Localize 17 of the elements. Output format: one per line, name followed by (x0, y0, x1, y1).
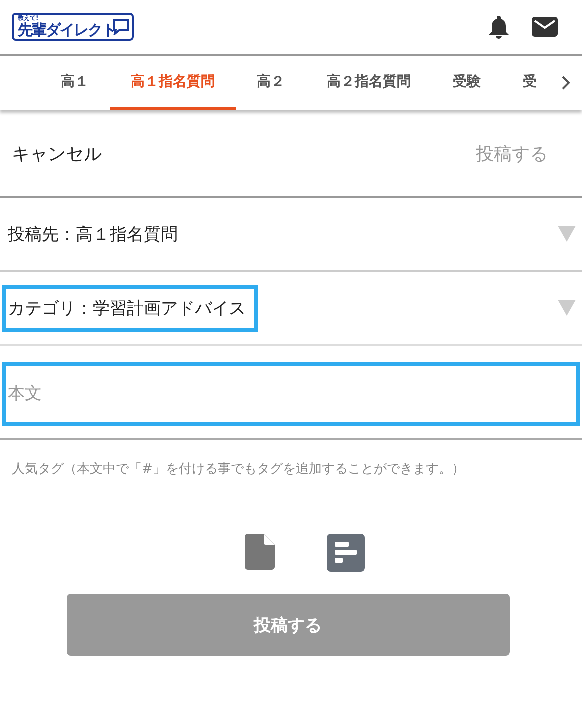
tab[interactable]: 受験 (432, 56, 502, 110)
speech-bubble-icon (112, 19, 130, 35)
tab[interactable]: 高１ (40, 56, 110, 110)
bell-icon[interactable] (488, 15, 510, 39)
text-align-icon[interactable] (327, 534, 365, 572)
tab[interactable]: 高１指名質問 (110, 56, 236, 110)
select-label[interactable]: 投稿先：高１指名質問 (2, 210, 190, 258)
tab[interactable]: 高２指名質問 (306, 56, 432, 110)
tab[interactable]: 高２ (236, 56, 306, 110)
cancel-button[interactable]: キャンセル (12, 142, 102, 166)
tab[interactable]: 受 (502, 56, 558, 110)
file-icon[interactable] (245, 534, 275, 570)
tag-hint: 人気タグ（本文中で「#」を付ける事でもタグを追加することができます。） (11, 461, 466, 478)
body-field[interactable]: 本文 (2, 362, 580, 426)
mail-icon[interactable] (532, 17, 558, 37)
chevron-right-icon[interactable] (562, 76, 570, 90)
select-label[interactable]: カテゴリ：学習計画アドバイス (2, 284, 258, 332)
